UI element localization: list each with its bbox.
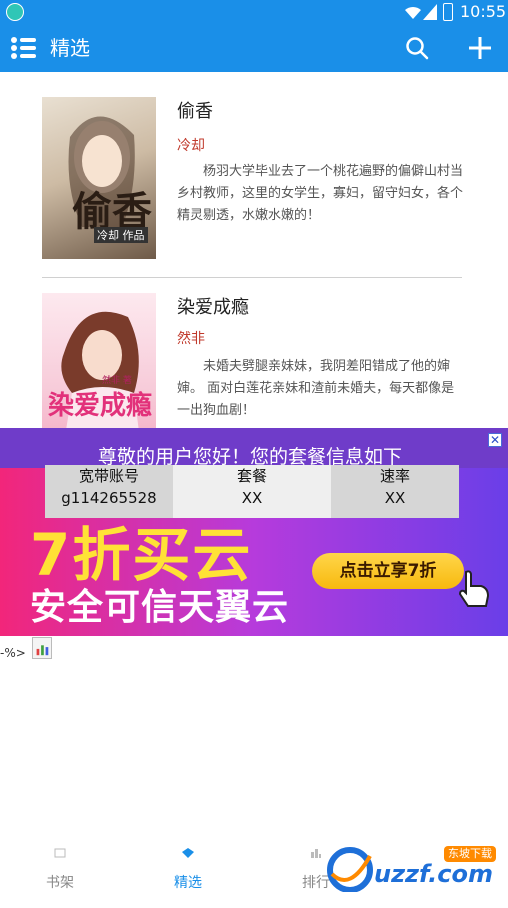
book-description: 杨羽大学毕业去了一个桃花遍野的偏僻山村当乡村教师，这里的女学生，寡妇，留守妇女，… — [177, 164, 464, 223]
book-item-1[interactable]: 偷香 冷却 作品 偷香 冷却 杨羽大学毕业去了一个桃花遍野的偏僻山村当乡村教师，… — [42, 97, 464, 267]
menu-icon[interactable] — [10, 34, 38, 62]
nav-label: 书架 — [46, 875, 74, 891]
ranking-icon — [311, 849, 321, 858]
status-bar: 10:55 — [0, 0, 508, 24]
table-value: XX — [384, 489, 406, 507]
table-header: 宽带账号 — [78, 467, 139, 485]
watermark-logo: uzzf.com 东坡下载 — [322, 838, 508, 898]
table-value: g114265528 — [61, 489, 157, 507]
bookshelf-icon — [54, 848, 66, 858]
cover-title: 染爱成瘾 — [48, 391, 153, 421]
watermark-badge: 东坡下载 — [444, 846, 496, 862]
debug-text: -%> — [0, 646, 26, 660]
nav-label: 精选 — [174, 875, 202, 891]
featured-icon — [182, 848, 194, 858]
book-cover[interactable]: 偷香 冷却 作品 — [42, 97, 156, 259]
page-title: 精选 — [50, 36, 90, 60]
book-title[interactable]: 染爱成瘾 — [177, 293, 249, 319]
chart-icon — [32, 637, 52, 659]
book-author: 然非 — [177, 331, 205, 347]
ad-banner[interactable]: 尊敬的用户您好！您的套餐信息如下 ✕ 宽带账号 g114265528 套餐 XX… — [0, 428, 508, 636]
cover-author: 然非 著 — [102, 376, 132, 386]
add-icon[interactable] — [466, 34, 494, 62]
book-description: 未婚夫劈腿亲妹妹，我阴差阳错成了他的婶婶。 面对白莲花亲妹和渣前未婚夫，每天都像… — [177, 359, 455, 418]
table-cell-speed: 速率 XX — [331, 465, 459, 518]
nav-bookshelf[interactable]: 书架 — [20, 842, 100, 902]
table-value: XX — [241, 489, 263, 507]
cover-author: 冷却 作品 — [94, 227, 148, 243]
watermark-text: uzzf.com — [374, 860, 493, 888]
book-cover[interactable]: 染爱成瘾 然非 著 — [42, 293, 156, 428]
divider — [42, 277, 462, 278]
nav-featured[interactable]: 精选 — [148, 842, 228, 902]
table-header: 速率 — [379, 467, 410, 485]
search-icon[interactable] — [405, 36, 429, 60]
book-title[interactable]: 偷香 — [177, 97, 213, 123]
signal-icon — [423, 4, 437, 20]
close-icon[interactable]: ✕ — [488, 433, 502, 447]
ad-subline: 安全可信天翼云 — [30, 587, 290, 628]
app-notification-icon — [6, 3, 24, 21]
table-header: 套餐 — [236, 467, 267, 485]
battery-icon — [443, 3, 453, 21]
book-item-2[interactable]: 染爱成瘾 然非 著 染爱成瘾 然非 未婚夫劈腿亲妹妹，我阴差阳错成了他的婶婶。 … — [42, 293, 462, 428]
watermark-icon — [327, 847, 373, 892]
book-author: 冷却 — [177, 138, 205, 154]
status-time: 10:55 — [460, 2, 507, 21]
wifi-icon — [405, 6, 421, 19]
app-bar: 精选 — [0, 24, 508, 72]
ad-cta-button[interactable]: 点击立享7折 — [312, 553, 464, 589]
pointer-hand-icon — [458, 570, 490, 607]
